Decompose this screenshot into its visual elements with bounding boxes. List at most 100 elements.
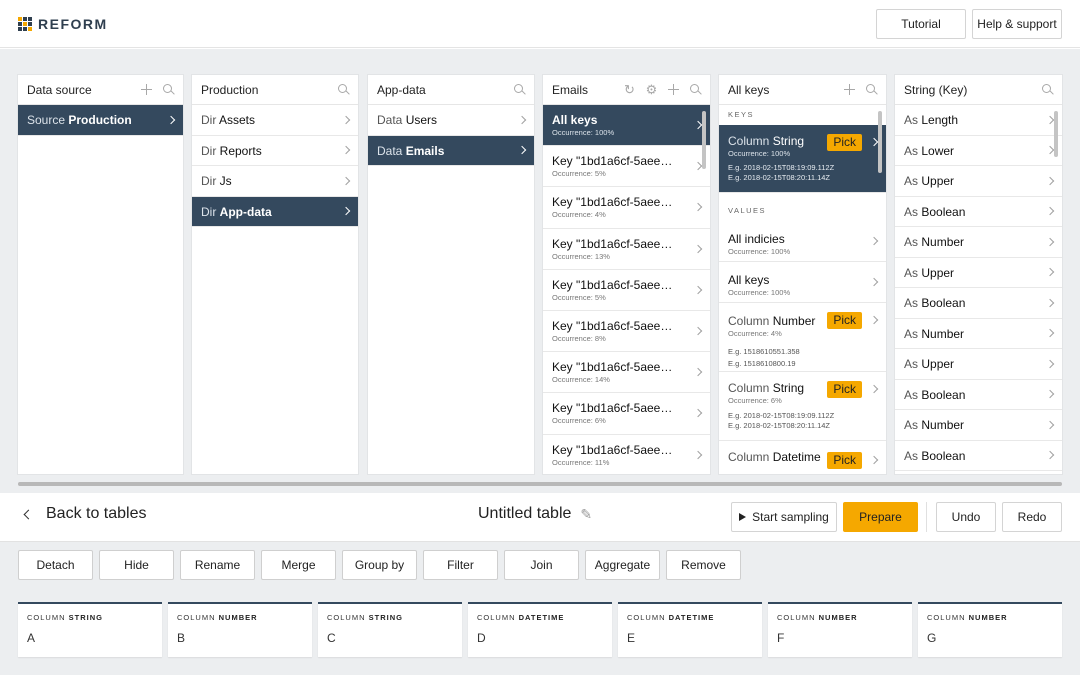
list-item[interactable]: Key "1bd1a6cf-5aee… Occurrence: 5% <box>543 270 710 311</box>
column-card[interactable]: COLUMN STRING A <box>18 602 162 657</box>
chevron-right-icon <box>1045 390 1055 399</box>
list-item[interactable]: Dir App-data <box>192 196 358 227</box>
table-title[interactable]: Untitled table ✎ <box>478 505 592 523</box>
aggregate-button[interactable]: Aggregate <box>585 550 660 580</box>
column-card[interactable]: COLUMN NUMBER F <box>768 602 912 657</box>
hide-button[interactable]: Hide <box>99 550 174 580</box>
logo[interactable]: REFORM <box>18 16 108 32</box>
list-item[interactable]: Key "1bd1a6cf-5aee… Occurrence: 14% <box>543 352 710 394</box>
chevron-right-icon <box>1045 298 1055 307</box>
chevron-right-icon <box>869 137 879 147</box>
panel-title: Data source <box>27 82 92 97</box>
search-icon[interactable] <box>337 83 350 96</box>
list-item[interactable]: As Length <box>895 105 1062 136</box>
remove-button[interactable]: Remove <box>666 550 741 580</box>
pick-button[interactable]: Pick <box>827 312 862 329</box>
help-support-button[interactable]: Help & support <box>972 9 1062 39</box>
scrollbar[interactable] <box>702 111 706 169</box>
list-item[interactable]: As Lower <box>895 136 1062 166</box>
list-item[interactable]: Key "1bd1a6cf-5aee… Occurrence: 8% <box>543 311 710 353</box>
column-card[interactable]: COLUMN STRING C <box>318 602 462 657</box>
list-item[interactable]: Data Users <box>368 105 534 136</box>
search-icon[interactable] <box>1041 83 1054 96</box>
list-item[interactable]: As Upper <box>895 258 1062 288</box>
list-item-source-production[interactable]: Source Production <box>18 105 183 136</box>
list-item[interactable]: Column Number Occurrence: 4% E.g. 151861… <box>719 303 886 372</box>
pick-button[interactable]: Pick <box>827 452 862 469</box>
column-card[interactable]: COLUMN DATETIME D <box>468 602 612 657</box>
panel-all-keys: All keys KEYS Column String Occurrence: … <box>719 75 886 474</box>
chevron-right-icon <box>1045 146 1055 155</box>
add-icon[interactable] <box>843 83 856 96</box>
horizontal-scrollbar[interactable] <box>18 482 1062 486</box>
rename-button[interactable]: Rename <box>180 550 255 580</box>
search-icon[interactable] <box>689 83 702 96</box>
panel-header: Production <box>192 75 358 105</box>
scrollbar[interactable] <box>1054 111 1058 157</box>
pick-button[interactable]: Pick <box>827 381 862 398</box>
chevron-right-icon <box>869 384 879 394</box>
join-button[interactable]: Join <box>504 550 579 580</box>
chevron-right-icon <box>869 455 879 465</box>
list-item[interactable]: Column Datetime Pick <box>719 441 886 474</box>
group-by-button[interactable]: Group by <box>342 550 417 580</box>
list-item[interactable]: Dir Js <box>192 166 358 197</box>
add-icon[interactable] <box>667 83 680 96</box>
list-item[interactable]: Key "1bd1a6cf-5aee… Occurrence: 5% <box>543 146 710 188</box>
pick-button[interactable]: Pick <box>827 134 862 151</box>
list-item[interactable]: As Number <box>895 319 1062 349</box>
list-item[interactable]: As Boolean <box>895 380 1062 410</box>
start-sampling-button[interactable]: Start sampling <box>731 502 837 532</box>
tutorial-button[interactable]: Tutorial <box>876 9 966 39</box>
chevron-right-icon <box>341 115 351 124</box>
filter-button[interactable]: Filter <box>423 550 498 580</box>
list-item[interactable]: As Number <box>895 410 1062 441</box>
list-item[interactable]: Dir Reports <box>192 136 358 166</box>
chevron-right-icon <box>869 277 879 287</box>
chevron-right-icon <box>869 236 879 246</box>
list-item[interactable]: As Boolean <box>895 441 1062 471</box>
gear-icon[interactable]: ⚙ <box>645 83 658 96</box>
list-item[interactable]: As Boolean <box>895 197 1062 227</box>
list-item[interactable]: As Boolean <box>895 288 1062 319</box>
chevron-right-icon <box>1045 115 1055 124</box>
chevron-right-icon <box>1045 176 1055 185</box>
chevron-right-icon <box>341 207 351 216</box>
list-item[interactable]: As Number <box>895 227 1062 258</box>
list-item[interactable]: As Upper <box>895 349 1062 380</box>
search-icon[interactable] <box>162 83 175 96</box>
column-name: B <box>177 631 186 645</box>
column-card[interactable]: COLUMN NUMBER G <box>918 602 1062 657</box>
panel-title: All keys <box>728 82 770 97</box>
list-item[interactable]: Column String Occurrence: 6% E.g. 2018-0… <box>719 372 886 441</box>
panel-data-source: Data source Source Production <box>18 75 183 474</box>
scrollbar[interactable] <box>878 111 882 173</box>
list-item[interactable]: All keys Occurrence: 100% <box>543 105 710 147</box>
back-to-tables-link[interactable]: Back to tables <box>22 505 147 523</box>
list-item[interactable]: Key "1bd1a6cf-5aee… Occurrence: 13% <box>543 229 710 270</box>
redo-button[interactable]: Redo <box>1002 502 1062 532</box>
refresh-icon[interactable]: ↻ <box>623 83 636 96</box>
undo-button[interactable]: Undo <box>936 502 996 532</box>
list-item[interactable]: Key "1bd1a6cf-5aee… Occurrence: 6% <box>543 393 710 435</box>
list-item-column-string[interactable]: Column String Occurrence: 100% E.g. 2018… <box>719 125 886 193</box>
search-icon[interactable] <box>513 83 526 96</box>
column-name: F <box>777 631 785 645</box>
edit-pencil-icon[interactable]: ✎ <box>580 506 592 523</box>
column-card[interactable]: COLUMN DATETIME E <box>618 602 762 657</box>
detach-button[interactable]: Detach <box>18 550 93 580</box>
list-item[interactable]: All keys Occurrence: 100% <box>719 262 886 303</box>
column-name: A <box>27 631 36 645</box>
prepare-button[interactable]: Prepare <box>843 502 918 532</box>
list-item[interactable]: Key "1bd1a6cf-5aee… Occurrence: 4% <box>543 187 710 229</box>
merge-button[interactable]: Merge <box>261 550 336 580</box>
list-item[interactable]: Key "1bd1a6cf-5aee… Occurrence: 11% <box>543 435 710 475</box>
list-item[interactable]: Dir Assets <box>192 105 358 136</box>
column-card[interactable]: COLUMN NUMBER B <box>168 602 312 657</box>
list-item[interactable]: As Upper <box>895 166 1062 197</box>
list-item[interactable]: All indicies Occurrence: 100% <box>719 221 886 262</box>
add-icon[interactable] <box>140 83 153 96</box>
search-icon[interactable] <box>865 83 878 96</box>
column-browser: Data source Source Production Production… <box>0 49 1080 493</box>
list-item[interactable]: Data Emails <box>368 135 534 166</box>
